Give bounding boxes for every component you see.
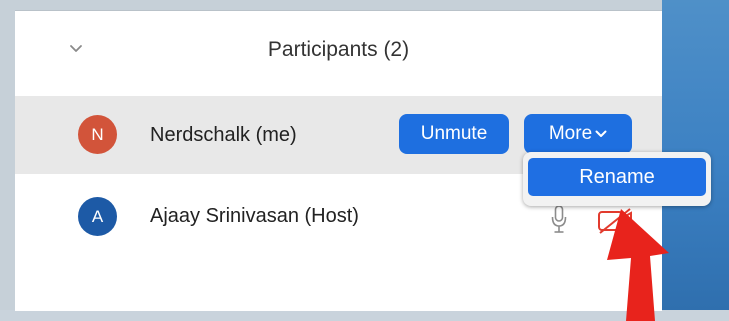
- window-left-edge: [0, 0, 15, 310]
- panel-title: Participants (2): [267, 38, 410, 61]
- unmute-button[interactable]: Unmute: [399, 114, 509, 154]
- avatar: A: [78, 197, 117, 236]
- microphone-icon: [551, 205, 567, 233]
- participant-name: Ajaay Srinivasan (Host): [150, 205, 359, 227]
- participant-name: Nerdschalk (me): [150, 124, 297, 146]
- panel-header: Participants (2): [15, 11, 662, 96]
- chevron-down-icon: [595, 130, 607, 137]
- rename-menu-item[interactable]: Rename: [528, 158, 706, 196]
- participants-panel: Participants (2) N Nerdschalk (me) Unmut…: [15, 10, 711, 321]
- more-dropdown-menu: Rename: [523, 152, 711, 206]
- more-button-label: More: [548, 123, 593, 144]
- red-arrow-icon: [607, 209, 669, 321]
- avatar: N: [78, 115, 117, 154]
- window-top-edge: [0, 0, 729, 10]
- more-button[interactable]: More: [524, 114, 632, 154]
